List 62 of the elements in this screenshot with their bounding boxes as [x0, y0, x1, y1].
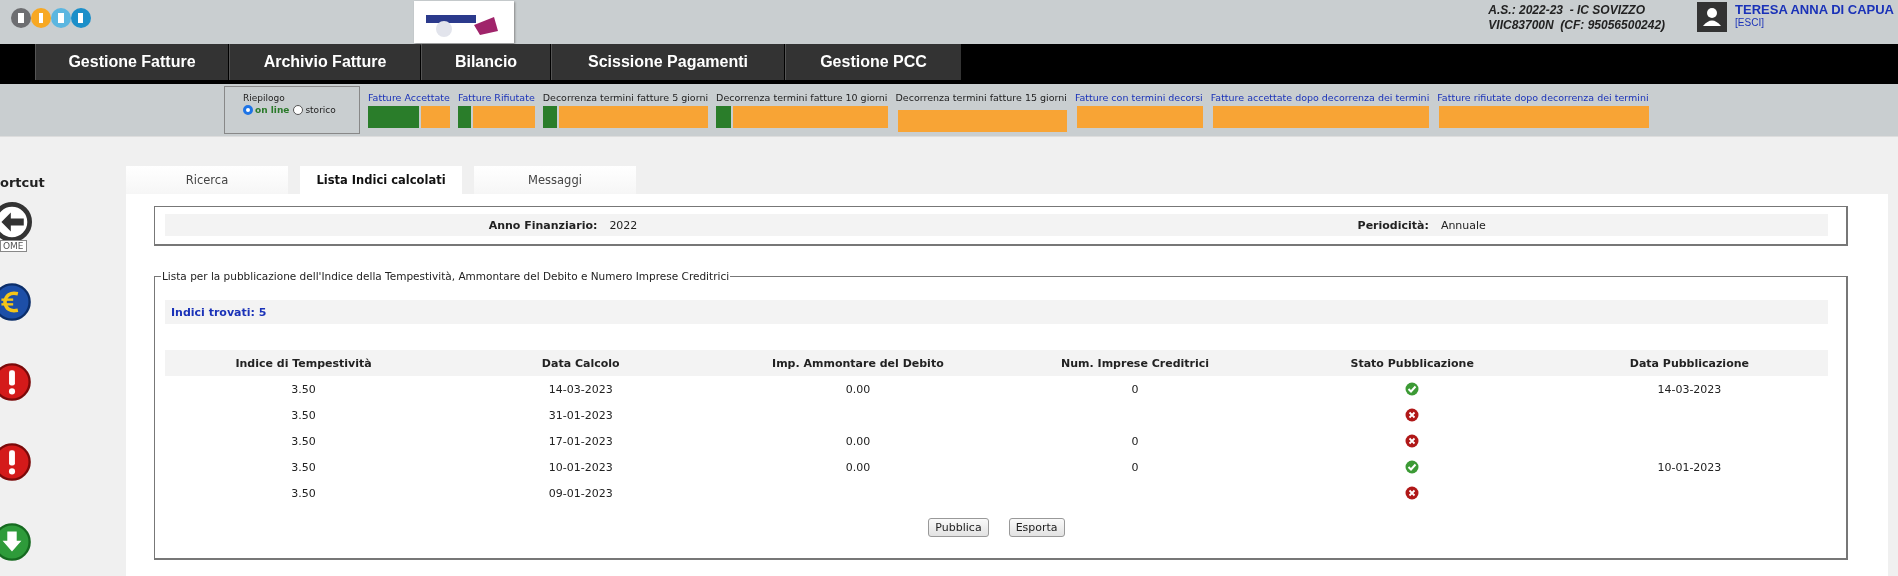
- section-legend: Lista per la pubblicazione dell'Indice della Tempestività, Ammontare del Debito e Numero Imprese Creditrici: [161, 270, 731, 282]
- table-cell: 0: [1131, 382, 1139, 396]
- summary-link[interactable]: Fatture con termini decorsi: [1074, 92, 1203, 104]
- summary-title: Riepilogo: [243, 93, 286, 103]
- filter-label: Periodicità:: [1356, 218, 1429, 232]
- nav-menu-item[interactable]: Gestione PCC: [785, 44, 961, 80]
- user-name: TERESA ANNA DI CAPUA: [1735, 2, 1894, 17]
- summary-link[interactable]: Fatture accettate dopo decorrenza dei termini: [1210, 92, 1430, 104]
- table-cell: 14-03-2023: [442, 376, 720, 402]
- summary-link[interactable]: Fatture Rifiutate: [457, 92, 535, 104]
- publish-button[interactable]: Pubblica: [928, 518, 989, 537]
- column-header: Data Calcolo: [442, 350, 720, 376]
- table-cell: 0.00: [845, 434, 871, 448]
- nav-menu-item[interactable]: Bilancio: [421, 44, 550, 80]
- table-cell-text: 09-01-2023: [547, 485, 614, 502]
- download-icon[interactable]: [0, 522, 32, 562]
- tab[interactable]: Ricerca: [126, 166, 288, 194]
- result-count: Indici trovati: 5: [171, 305, 267, 319]
- table-cell-text: 3.50: [290, 459, 317, 476]
- column-header: Data Pubblicazione: [1550, 350, 1828, 376]
- column-header: Indice di Tempestività: [165, 350, 443, 376]
- nav-menu-item[interactable]: Scissione Pagamenti: [551, 44, 784, 80]
- summary-label: Decorrenza termini fatture 15 giorni: [895, 92, 1067, 104]
- table-cell-text: 3.50: [290, 407, 317, 424]
- table-cell-text: 3.50: [290, 485, 317, 502]
- export-button[interactable]: Esporta: [1008, 518, 1065, 537]
- user-avatar-icon: [1697, 2, 1728, 32]
- table-cell: 0: [1131, 460, 1139, 474]
- table-cell: 0.00: [845, 460, 871, 474]
- mode-radio[interactable]: storico: [293, 105, 336, 115]
- table-cell: 3.50: [165, 376, 443, 402]
- logout-link[interactable]: [ESCI]: [1735, 17, 1894, 28]
- summary-label: Decorrenza termini fatture 10 giorni: [716, 92, 888, 104]
- table-cell: 0.00: [845, 382, 871, 396]
- table-cell-text: 31-01-2023: [547, 407, 614, 424]
- warning-icon[interactable]: [0, 362, 32, 402]
- table-cell: 14-03-2023: [1657, 382, 1722, 396]
- shortcut-title: ortcut: [0, 175, 46, 190]
- nav-menu-item[interactable]: Gestione Fatture: [35, 44, 228, 80]
- table-cell: 10-01-2023: [1657, 460, 1722, 474]
- euro-icon[interactable]: [0, 282, 32, 322]
- table-cell-text: 17-01-2023: [547, 433, 614, 450]
- table-cell: 0: [1131, 434, 1139, 448]
- tab[interactable]: Lista Indici calcolati: [300, 166, 462, 194]
- summary-label: Decorrenza termini fatture 5 giorni: [542, 92, 709, 104]
- home-label[interactable]: OME: [0, 240, 27, 252]
- column-header: Stato Pubblicazione: [1273, 350, 1551, 376]
- school-info: A.S.: 2022-23 - IC SOVIZZO: [1488, 3, 1647, 18]
- column-header: Imp. Ammontare del Debito: [719, 350, 997, 376]
- warning-icon[interactable]: [0, 442, 32, 482]
- tab[interactable]: Messaggi: [474, 166, 636, 194]
- school-code: VIIC83700N (CF: 95056500242): [1488, 18, 1666, 33]
- filter-value: 2022: [609, 218, 638, 232]
- back-arrow-icon[interactable]: [0, 202, 32, 242]
- table-cell-text: 10-01-2023: [547, 459, 614, 476]
- column-header: Num. Imprese Creditrici: [996, 350, 1274, 376]
- table-cell-text: 3.50: [290, 433, 317, 450]
- filter-value: Annuale: [1440, 218, 1486, 232]
- summary-link[interactable]: Fatture rifiutate dopo decorrenza dei termini: [1437, 92, 1649, 104]
- filter-label: Anno Finanziario:: [487, 218, 598, 232]
- summary-link[interactable]: Fatture Accettate: [368, 92, 450, 104]
- nav-menu-item[interactable]: Archivio Fatture: [229, 44, 420, 80]
